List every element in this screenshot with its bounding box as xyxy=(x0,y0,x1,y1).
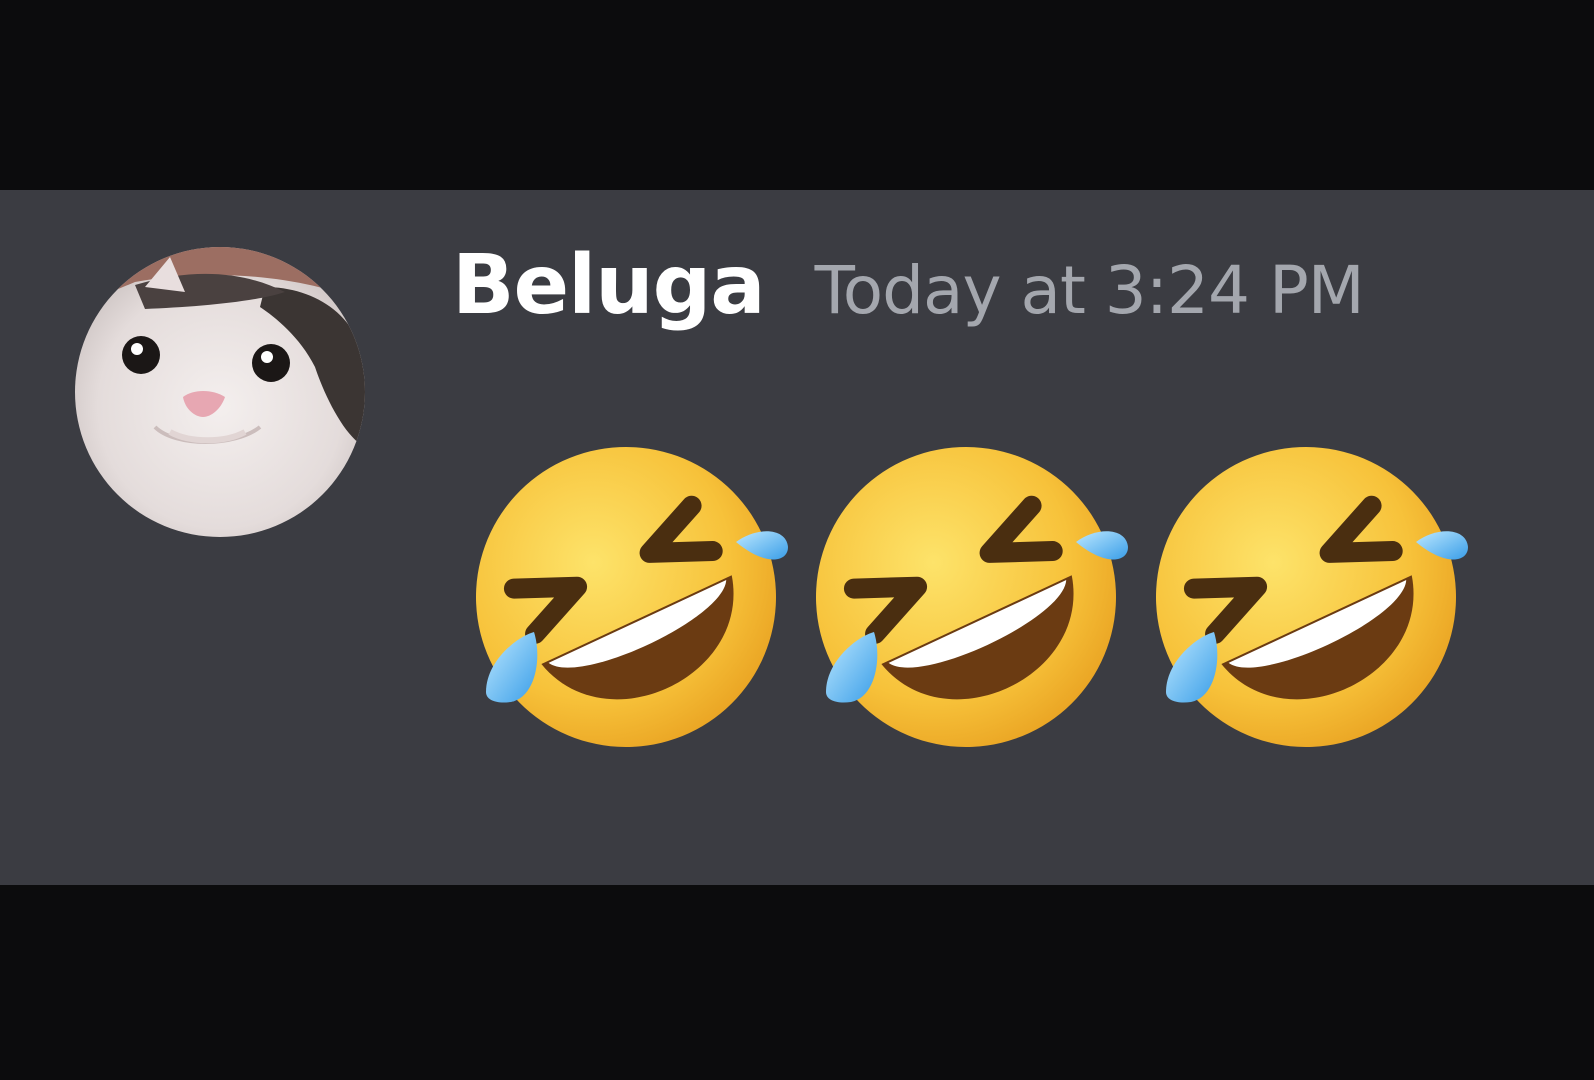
username[interactable]: Beluga xyxy=(452,238,766,333)
rolling-on-the-floor-laughing-emoji-icon[interactable] xyxy=(806,432,1146,762)
beluga-cat-avatar-icon xyxy=(75,247,365,537)
avatar[interactable] xyxy=(75,247,365,537)
message-header: Beluga Today at 3:24 PM xyxy=(452,238,1365,333)
rolling-on-the-floor-laughing-emoji-icon[interactable] xyxy=(1146,432,1486,762)
chat-message: Beluga Today at 3:24 PM xyxy=(0,190,1594,885)
video-frame: Beluga Today at 3:24 PM xyxy=(0,0,1594,1080)
rolling-on-the-floor-laughing-emoji-icon[interactable] xyxy=(466,432,806,762)
message-timestamp[interactable]: Today at 3:24 PM xyxy=(815,252,1365,329)
